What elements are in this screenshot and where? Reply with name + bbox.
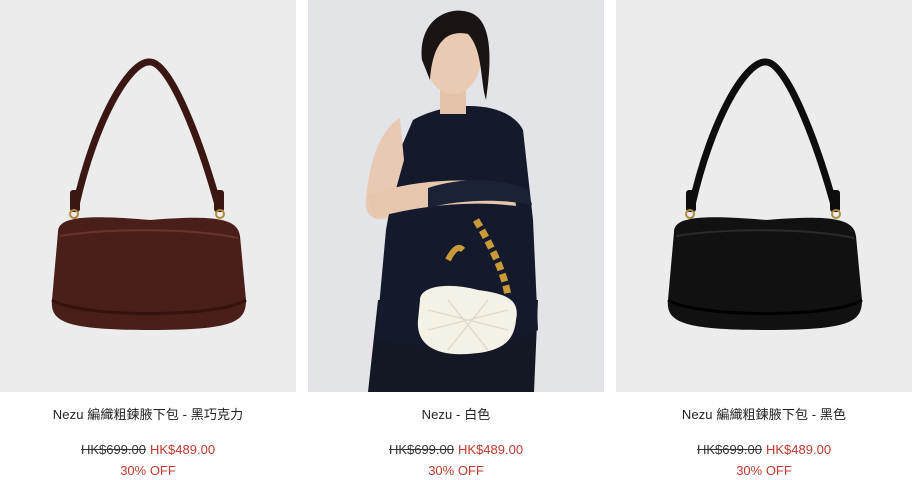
product-grid: Nezu 編織粗鍊腋下包 - 黑巧克力 HK$699.00 HK$489.00 3… (0, 0, 912, 480)
product-image-model-white-bag[interactable] (308, 0, 604, 392)
sale-price: HK$489.00 (150, 442, 216, 457)
product-name[interactable]: Nezu 編織粗鍊腋下包 - 黑色 (616, 404, 912, 423)
product-image-brown-bag[interactable] (0, 0, 296, 392)
original-price: HK$699.00 (80, 442, 146, 457)
discount-badge: 30% OFF (428, 463, 484, 478)
price-row: HK$699.00 HK$489.00 (308, 442, 604, 457)
product-name[interactable]: Nezu 編織粗鍊腋下包 - 黑巧克力 (0, 404, 296, 423)
discount-badge: 30% OFF (120, 463, 176, 478)
discount-badge: 30% OFF (736, 463, 792, 478)
price-row: HK$699.00 HK$489.00 (616, 442, 912, 457)
sale-price: HK$489.00 (766, 442, 832, 457)
product-card[interactable]: Nezu - 白色 HK$699.00 HK$489.00 30% OFF (308, 0, 604, 480)
product-card[interactable]: Nezu 編織粗鍊腋下包 - 黑巧克力 HK$699.00 HK$489.00 3… (0, 0, 296, 480)
product-card[interactable]: Nezu 編織粗鍊腋下包 - 黑色 HK$699.00 HK$489.00 30%… (616, 0, 912, 480)
product-name[interactable]: Nezu - 白色 (308, 404, 604, 423)
sale-price: HK$489.00 (458, 442, 524, 457)
original-price: HK$699.00 (388, 442, 454, 457)
price-row: HK$699.00 HK$489.00 (0, 442, 296, 457)
original-price: HK$699.00 (696, 442, 762, 457)
product-image-black-bag[interactable] (616, 0, 912, 392)
